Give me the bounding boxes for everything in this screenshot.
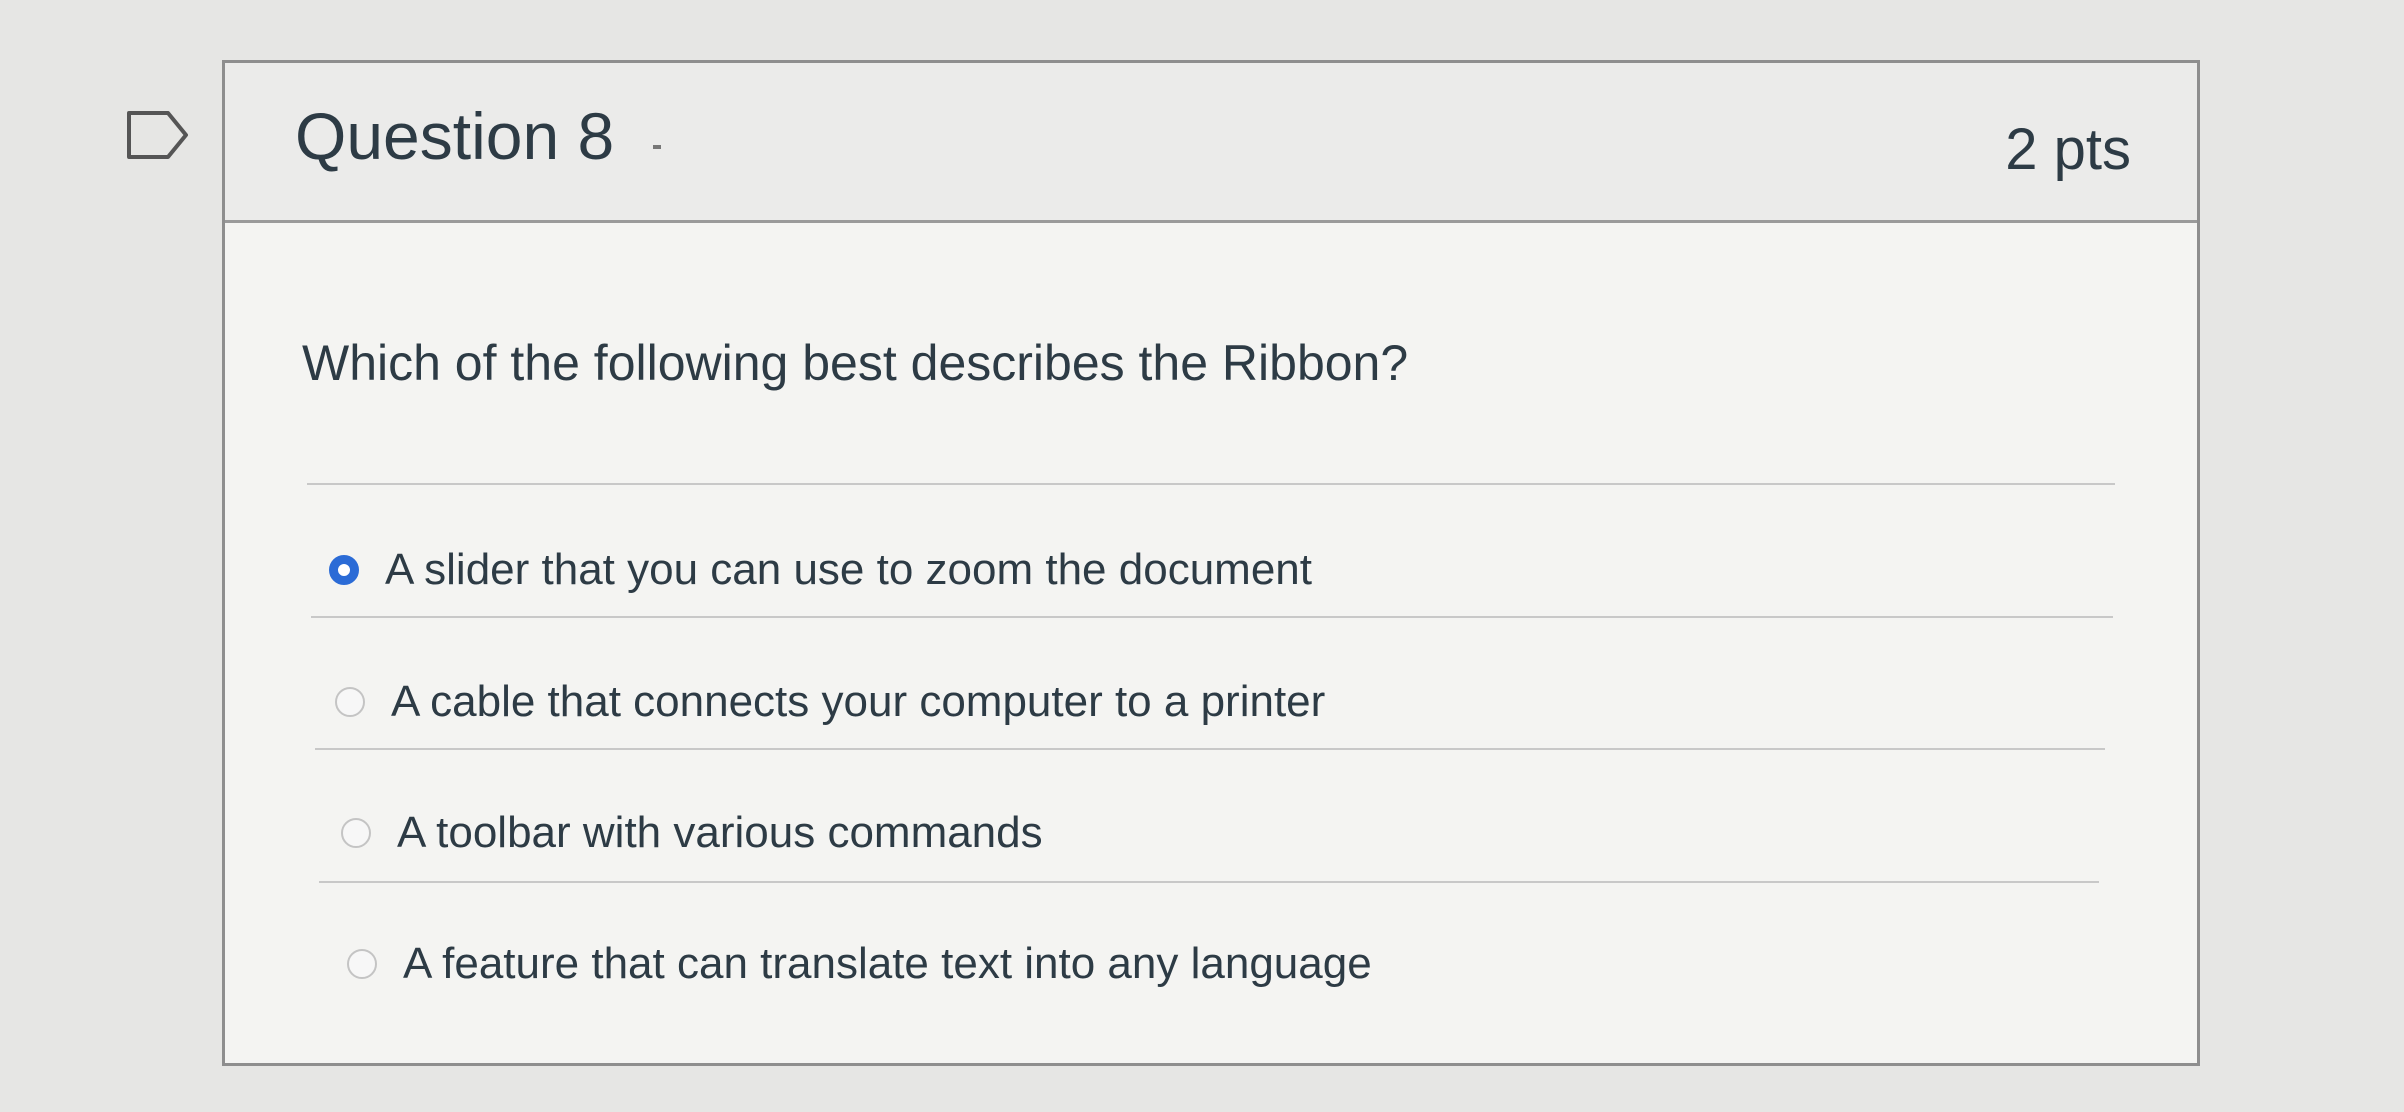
- divider: [315, 748, 2105, 750]
- radio-button[interactable]: [341, 818, 371, 848]
- radio-button[interactable]: [335, 687, 365, 717]
- question-points: 2 pts: [2005, 117, 2131, 182]
- answer-label: A feature that can translate text into a…: [403, 939, 1372, 988]
- title-dash: [653, 145, 661, 149]
- answer-label: A slider that you can use to zoom the do…: [385, 545, 1312, 594]
- question-header: Question 8 2 pts: [225, 63, 2197, 223]
- divider: [311, 616, 2113, 618]
- answer-option-1[interactable]: A slider that you can use to zoom the do…: [329, 548, 1312, 592]
- question-card: Question 8 2 pts Which of the following …: [222, 60, 2200, 1066]
- answer-label: A cable that connects your computer to a…: [391, 677, 1326, 726]
- question-prompt: Which of the following best describes th…: [302, 335, 1409, 391]
- radio-button[interactable]: [329, 555, 359, 585]
- radio-button[interactable]: [347, 949, 377, 979]
- divider: [319, 881, 2099, 883]
- question-title: Question 8: [295, 99, 615, 173]
- answer-option-2[interactable]: A cable that connects your computer to a…: [335, 680, 1325, 724]
- divider: [307, 483, 2115, 485]
- answer-option-4[interactable]: A feature that can translate text into a…: [347, 942, 1372, 986]
- answer-label: A toolbar with various commands: [397, 808, 1043, 857]
- answer-option-3[interactable]: A toolbar with various commands: [341, 811, 1043, 855]
- bookmark-flag-icon[interactable]: [126, 110, 190, 160]
